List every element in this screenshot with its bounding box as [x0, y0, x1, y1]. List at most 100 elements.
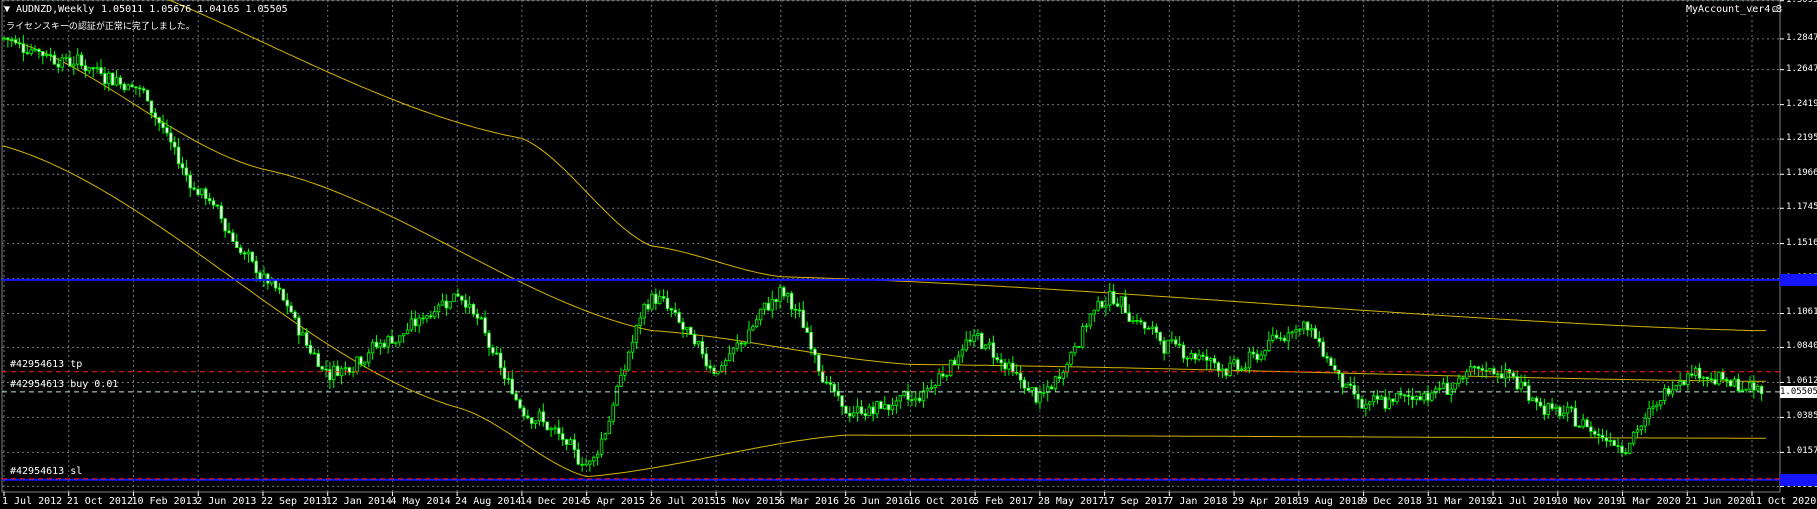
candle-bull — [1232, 359, 1236, 364]
time-label: 10 Feb 2013 — [131, 496, 198, 507]
candle-bull — [723, 360, 728, 366]
order-label-tp[interactable]: #42954613 tp — [10, 359, 82, 370]
candle-bear — [1697, 367, 1702, 379]
candle-bear — [429, 315, 433, 318]
candle-bull — [2, 37, 6, 40]
candle-bear — [273, 279, 278, 289]
candle-bull — [378, 342, 383, 348]
candle-bear — [677, 312, 681, 323]
candle-bear — [1034, 387, 1038, 403]
candle-bear — [1391, 398, 1395, 402]
candle-bear — [1321, 341, 1325, 357]
symbol-dropdown-icon[interactable]: ▼ — [4, 4, 10, 15]
candle-bull — [1379, 396, 1384, 400]
candle-bull — [1368, 401, 1372, 405]
candle-bear — [1185, 357, 1190, 360]
candle-bear — [917, 397, 922, 402]
candle-bear — [149, 100, 154, 114]
candle-bear — [173, 141, 177, 148]
candle-bear — [580, 463, 584, 466]
candle-bull — [452, 293, 456, 303]
candle-bear — [1569, 406, 1574, 409]
candle-bear — [153, 112, 158, 119]
candle-bear — [844, 405, 848, 414]
candle-bear — [215, 204, 220, 207]
candle-bear — [304, 332, 309, 346]
candle-bear — [522, 407, 526, 417]
candle-bull — [634, 325, 639, 343]
candle-bull — [747, 329, 751, 344]
candle-bear — [1445, 382, 1450, 395]
candle-bear — [502, 367, 507, 380]
candle-bull — [1732, 378, 1737, 387]
candle-bear — [1406, 394, 1411, 397]
price-plot[interactable] — [0, 0, 1817, 509]
candle-bull — [960, 349, 965, 357]
candle-bull — [1344, 383, 1349, 388]
candle-bear — [1181, 344, 1186, 359]
price-label: 1.17455 — [1786, 202, 1817, 213]
candle-bear — [1666, 388, 1671, 395]
candle-bear — [1356, 393, 1360, 400]
candle-bull — [1686, 373, 1690, 385]
candle-bull — [852, 412, 856, 417]
time-label: 10 Nov 2019 — [1555, 496, 1622, 507]
candle-bull — [949, 359, 953, 376]
time-label: 5 Apr 2015 — [584, 496, 645, 507]
candle-bear — [1616, 445, 1620, 447]
candle-bull — [1364, 403, 1368, 409]
candle-bull — [417, 317, 421, 327]
candle-bear — [871, 406, 875, 415]
candle-bull — [76, 54, 80, 65]
candle-bear — [1752, 382, 1756, 391]
order-label-sl[interactable]: #42954613 sl — [10, 466, 82, 477]
time-label: 26 Jul 2015 — [649, 496, 716, 507]
candle-bull — [867, 406, 871, 417]
candle-bear — [1484, 369, 1488, 372]
candle-bear — [1550, 403, 1554, 409]
time-label: 19 Aug 2018 — [1296, 496, 1364, 507]
candle-bear — [1011, 362, 1015, 373]
candle-bear — [1143, 321, 1147, 329]
candle-bull — [584, 463, 588, 466]
candle-bear — [1542, 405, 1547, 415]
candle-bear — [797, 309, 802, 312]
chart-window[interactable]: ▼ AUDNZD,Weekly 1.05011 1.05676 1.04165 … — [0, 0, 1817, 509]
candle-bull — [1302, 321, 1306, 330]
price-label: 1.10610 — [1786, 307, 1817, 318]
candle-bull — [1651, 406, 1655, 409]
candle-bear — [557, 427, 561, 435]
candle-bear — [254, 260, 258, 274]
candle-bear — [506, 378, 511, 381]
candle-bull — [983, 344, 988, 350]
candle-bear — [1352, 385, 1356, 395]
candle-bear — [1418, 396, 1422, 401]
time-label: 28 May 2017 — [1037, 496, 1105, 507]
candle-bull — [937, 373, 941, 386]
order-label-order[interactable]: #42954613 buy 0.01 — [10, 379, 118, 390]
time-label: 2 Jun 2013 — [196, 496, 257, 507]
hline-price-box-upper — [1780, 273, 1817, 286]
candle-bull — [1104, 304, 1108, 308]
candle-bear — [169, 132, 173, 143]
candle-bull — [894, 400, 899, 406]
candle-bear — [320, 366, 324, 370]
candle-bear — [1375, 395, 1380, 400]
candle-bear — [1313, 328, 1318, 339]
candle-bull — [343, 367, 348, 370]
candle-bull — [1662, 388, 1667, 401]
candle-bull — [607, 420, 611, 435]
candle-bear — [297, 317, 301, 336]
candle-bear — [207, 198, 212, 202]
candle-bull — [1756, 386, 1760, 391]
candle-bear — [1049, 386, 1054, 390]
candle-bear — [138, 87, 142, 90]
time-label: 24 Aug 2014 — [455, 496, 522, 507]
candle-bull — [1208, 357, 1213, 361]
candle-bull — [1166, 339, 1170, 354]
smiley-icon[interactable]: ☺ — [1772, 3, 1779, 16]
candle-bear — [646, 304, 650, 310]
candle-bear — [661, 296, 666, 299]
candle-bull — [355, 356, 359, 372]
candle-bull — [1309, 328, 1314, 331]
